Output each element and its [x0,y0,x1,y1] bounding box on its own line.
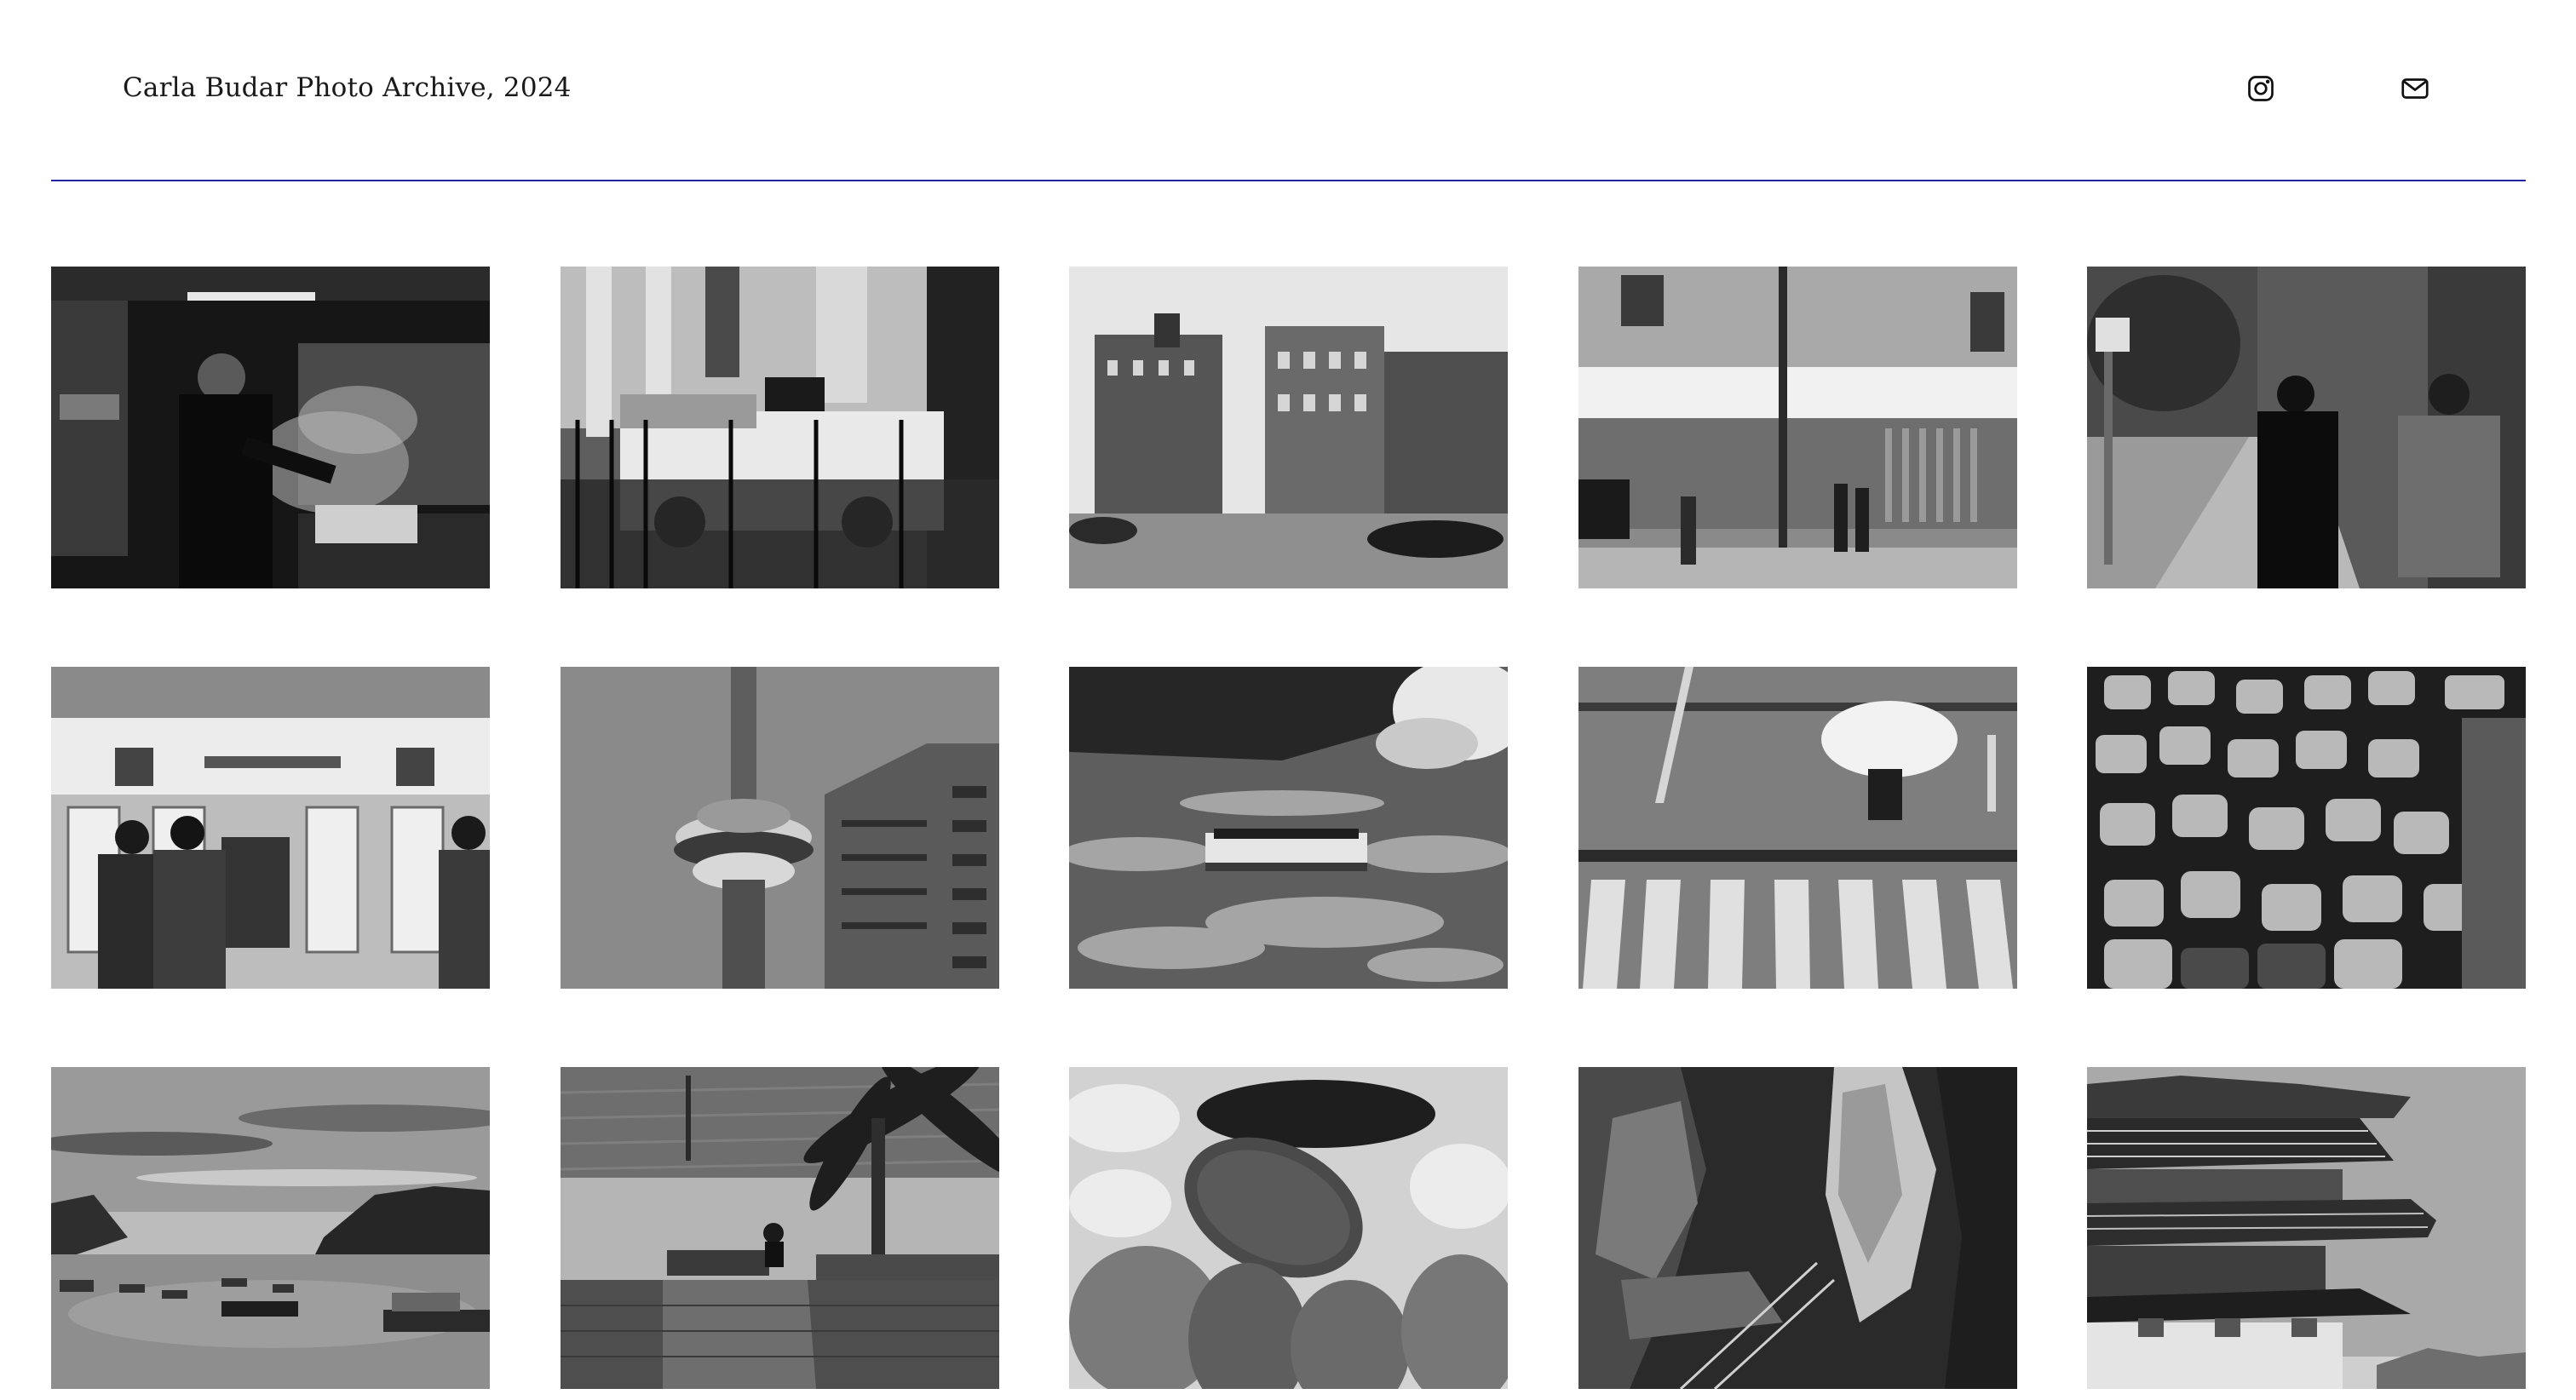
photo-tile[interactable]: pedestrians-on-sidewalk [2087,267,2526,588]
photo-thumbnail [1578,267,2017,588]
mail-icon [2401,78,2429,99]
photo-tile[interactable]: temple-pagoda-roof [2087,1067,2526,1389]
photo-thumbnail [1069,267,1508,588]
photo-thumbnail [51,1067,490,1389]
photo-thumbnail [2087,667,2526,989]
photo-tile[interactable]: taxi-by-iron-fence [560,267,999,588]
header-divider [51,180,2526,181]
photo-thumbnail [1578,667,2017,989]
photo-tile[interactable]: fish-on-ice [1069,1067,1508,1389]
photo-thumbnail [51,667,490,989]
site-header: Carla Budar Photo Archive, 2024 [0,0,2576,181]
photo-tile[interactable]: tour-boat-in-rapids [1069,667,1508,989]
photo-thumbnail [2087,1067,2526,1389]
photo-thumbnail [560,267,999,588]
photo-thumbnail [560,667,999,989]
photo-grid: cook-at-wok-stove taxi-by-iron-fence [51,267,2526,1389]
email-link[interactable] [2400,73,2430,104]
site-title[interactable]: Carla Budar Photo Archive, 2024 [123,70,572,106]
photo-thumbnail [1578,1067,2017,1389]
photo-tile[interactable]: harbor-with-boats [51,1067,490,1389]
photo-tile[interactable]: observation-tower-and-building [560,667,999,989]
instagram-link[interactable] [2245,73,2276,104]
photo-tile[interactable]: city-street-corner-buildings [1069,267,1508,588]
photo-tile[interactable]: ticket-machines-station [51,667,490,989]
photo-tile[interactable]: waterfront-palm-bench [560,1067,999,1389]
photo-tile[interactable]: pizza-shop-storefront [1578,267,2017,588]
photo-tile[interactable]: cook-at-wok-stove [51,267,490,588]
photo-thumbnail [2087,267,2526,588]
instagram-icon [2248,76,2274,101]
photo-tile[interactable]: rock-cliff-stairway [1578,1067,2017,1389]
photo-thumbnail [1069,667,1508,989]
photo-thumbnail [1069,1067,1508,1389]
photo-tile[interactable]: umbrella-at-crosswalk [1578,667,2017,989]
photo-thumbnail [51,267,490,588]
photo-thumbnail [560,1067,999,1389]
photo-tile[interactable]: traffic-jam-aerial [2087,667,2526,989]
